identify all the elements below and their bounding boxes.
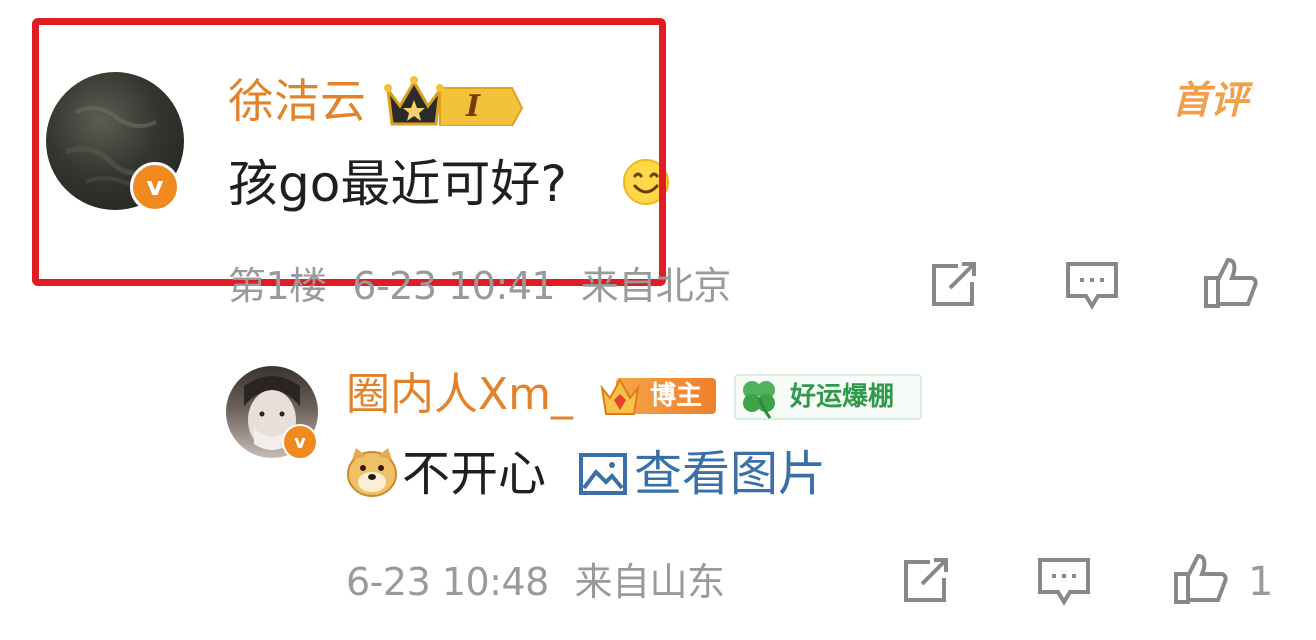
reply-location: 来自山东 xyxy=(574,560,725,604)
highlight-frame xyxy=(32,18,666,286)
comment-time: 6-23 10:41 xyxy=(352,264,556,308)
image-icon xyxy=(579,453,627,495)
blogger-badge-text: 博主 xyxy=(650,381,703,411)
reply-time: 6-23 10:48 xyxy=(346,560,549,604)
like-icon[interactable] xyxy=(1202,254,1260,310)
first-comment-tag: 首评 xyxy=(1172,78,1249,122)
comment-icon[interactable] xyxy=(1036,556,1092,608)
comment-icon[interactable] xyxy=(1064,260,1120,312)
comment-meta: 第1楼 6-23 10:41 来自北京 xyxy=(228,262,731,310)
share-icon[interactable] xyxy=(900,556,954,606)
fortune-badge-text: 好运爆棚 xyxy=(790,382,895,412)
reply-text: 不开心 xyxy=(402,446,547,502)
like-icon[interactable] xyxy=(1172,550,1230,606)
reply-block: v 圈内人Xm_ 博主 好运爆棚 不开心 查看图片 6-23 10:48 来自山… xyxy=(0,330,1316,640)
doge-emoji-icon xyxy=(346,446,398,498)
share-icon[interactable] xyxy=(928,260,982,310)
floor-label: 第1楼 xyxy=(228,264,327,308)
like-count: 1 xyxy=(1248,559,1274,605)
verified-v-icon: v xyxy=(282,424,318,460)
view-image-text: 查看图片 xyxy=(634,446,827,502)
blogger-badge: 博主 xyxy=(598,374,716,418)
comment-block: v 徐洁云 I 首评 孩go最近可好? 第1楼 6-23 10:41 来自北京 xyxy=(0,0,1316,330)
replier-username[interactable]: 圈内人Xm_ xyxy=(346,368,573,422)
reply-meta: 6-23 10:48 来自山东 xyxy=(346,558,725,606)
fortune-badge: 好运爆棚 xyxy=(734,374,922,420)
clover-icon xyxy=(743,381,775,419)
view-image-link[interactable]: 查看图片 xyxy=(578,444,826,504)
comment-location: 来自北京 xyxy=(580,264,732,308)
crown-blogger-icon xyxy=(600,377,640,415)
